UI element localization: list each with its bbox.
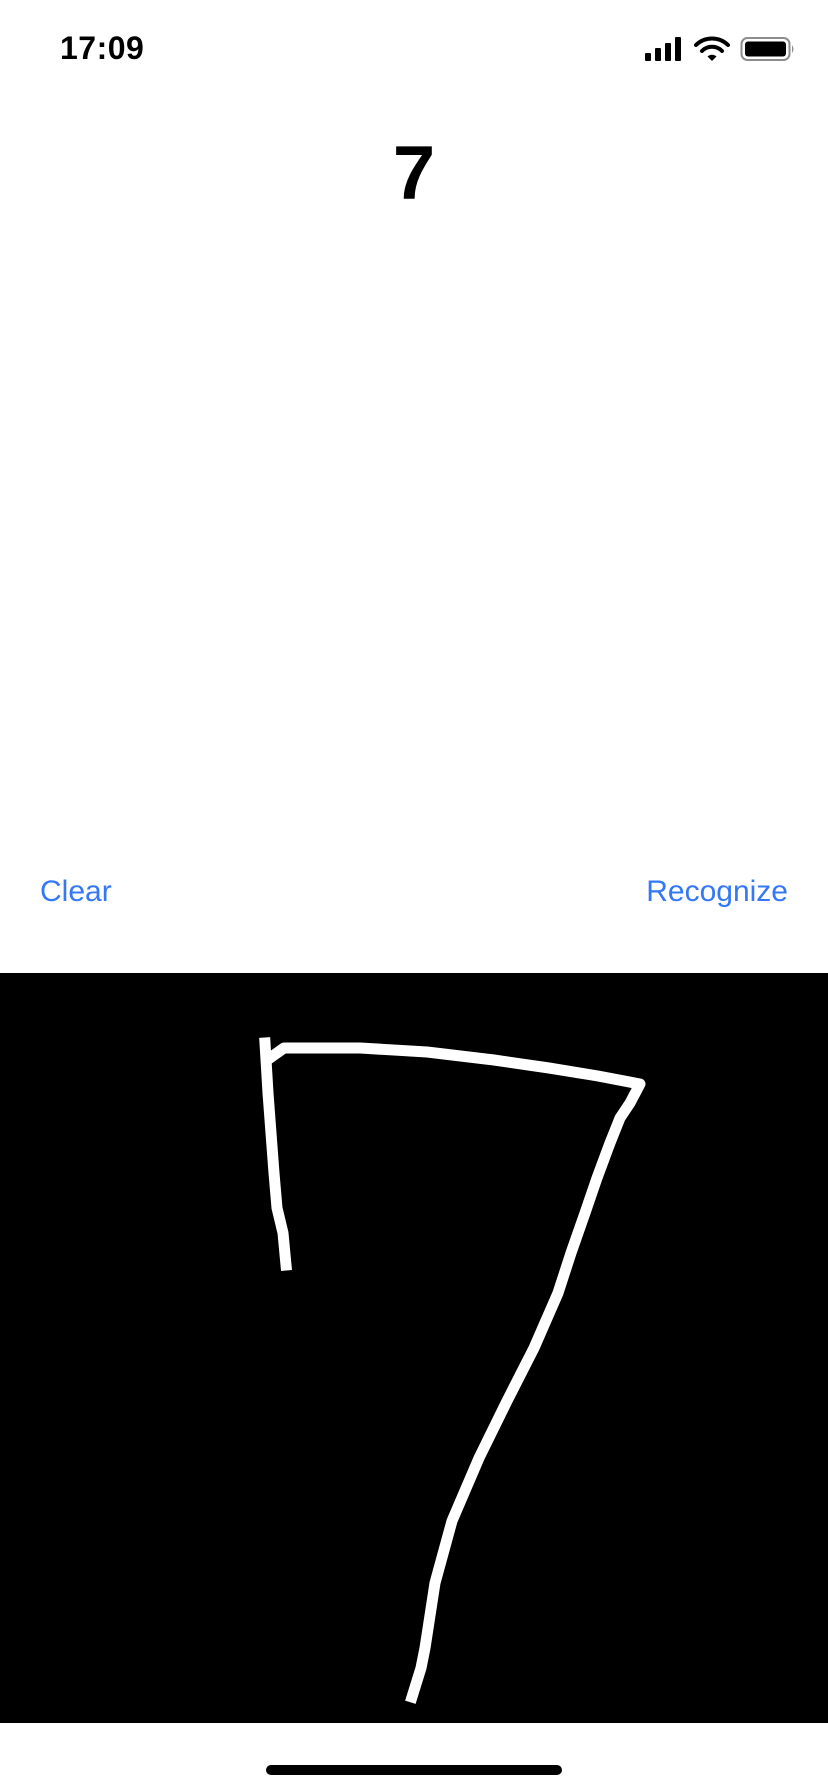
drawing-canvas[interactable] bbox=[0, 973, 828, 1723]
drawing-canvas-svg bbox=[259, 1037, 646, 1704]
status-icons bbox=[644, 34, 796, 64]
clear-button[interactable]: Clear bbox=[40, 875, 112, 909]
recognized-digit-label: 7 bbox=[392, 131, 436, 216]
handwritten-stroke bbox=[259, 1037, 292, 1271]
wifi-icon bbox=[694, 36, 730, 61]
status-bar: 17:09 bbox=[0, 0, 828, 100]
home-indicator bbox=[266, 1765, 562, 1775]
handwritten-stroke bbox=[262, 1042, 646, 1704]
signal-icon bbox=[645, 37, 681, 61]
battery-icon bbox=[740, 37, 794, 61]
recognize-button[interactable]: Recognize bbox=[646, 875, 788, 909]
status-time: 17:09 bbox=[60, 30, 145, 66]
